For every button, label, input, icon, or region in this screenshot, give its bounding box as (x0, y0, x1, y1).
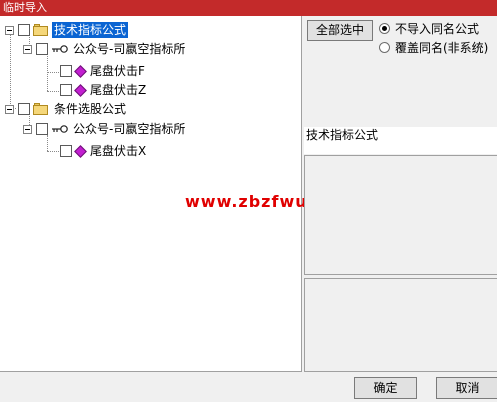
key-icon (52, 125, 68, 133)
tree-leaf-formula[interactable]: 尾盘伏击Z (60, 81, 148, 99)
tree-node-label: 公众号-司嬴空指标所 (73, 122, 186, 136)
tree-node-screening-formulas[interactable]: 条件选股公式 (5, 100, 128, 118)
node-checkbox[interactable] (60, 65, 72, 77)
tree-node-label: 公众号-司嬴空指标所 (73, 42, 186, 56)
collapse-toggle[interactable] (5, 104, 14, 114)
window-title: 临时导入 (0, 0, 497, 16)
tree-connector (47, 151, 59, 152)
node-checkbox[interactable] (60, 84, 72, 96)
tree-connector (47, 72, 59, 73)
radio-skip-duplicates[interactable]: 不导入同名公式 (379, 20, 479, 36)
tree-leaf-formula[interactable]: 尾盘伏击F (60, 62, 147, 80)
formula-icon (75, 146, 85, 156)
formula-icon (75, 66, 85, 76)
collapse-toggle[interactable] (5, 25, 14, 35)
tree-node-label: 尾盘伏击Z (90, 83, 147, 97)
tree-node-label: 条件选股公式 (54, 102, 127, 116)
collapse-toggle[interactable] (23, 44, 32, 54)
node-checkbox[interactable] (60, 145, 72, 157)
radio-label: 不导入同名公式 (395, 21, 480, 36)
tree-node-label: 尾盘伏击X (90, 144, 147, 158)
folder-icon (33, 24, 49, 36)
tree-connector (10, 30, 11, 108)
cancel-button[interactable]: 取消 (436, 377, 497, 399)
tree-node-label: 技术指标公式 (52, 22, 129, 38)
description-panel (304, 155, 497, 275)
node-checkbox[interactable] (18, 24, 30, 36)
ok-button[interactable]: 确定 (354, 377, 417, 399)
node-checkbox[interactable] (18, 103, 30, 115)
radio-overwrite-duplicates[interactable]: 覆盖同名(非系统) (379, 39, 488, 55)
tree-leaf-formula[interactable]: 尾盘伏击X (60, 142, 148, 160)
formula-name-display: 技术指标公式 (304, 127, 497, 154)
select-all-button[interactable]: 全部选中 (307, 20, 373, 41)
radio-button[interactable] (379, 22, 390, 34)
tree-node-tech-formulas[interactable]: 技术指标公式 (5, 21, 129, 39)
node-checkbox[interactable] (36, 123, 48, 135)
formula-icon (75, 85, 85, 95)
key-icon (52, 45, 68, 53)
tree-node-author[interactable]: 公众号-司嬴空指标所 (23, 120, 187, 138)
tree-node-label: 尾盘伏击F (90, 64, 145, 78)
tree-connector (47, 91, 59, 92)
folder-icon (33, 103, 49, 115)
notes-panel (304, 278, 497, 372)
collapse-toggle[interactable] (23, 124, 32, 134)
radio-label: 覆盖同名(非系统) (395, 40, 489, 55)
node-checkbox[interactable] (36, 43, 48, 55)
tree-node-author[interactable]: 公众号-司嬴空指标所 (23, 40, 187, 58)
radio-button[interactable] (379, 41, 390, 53)
